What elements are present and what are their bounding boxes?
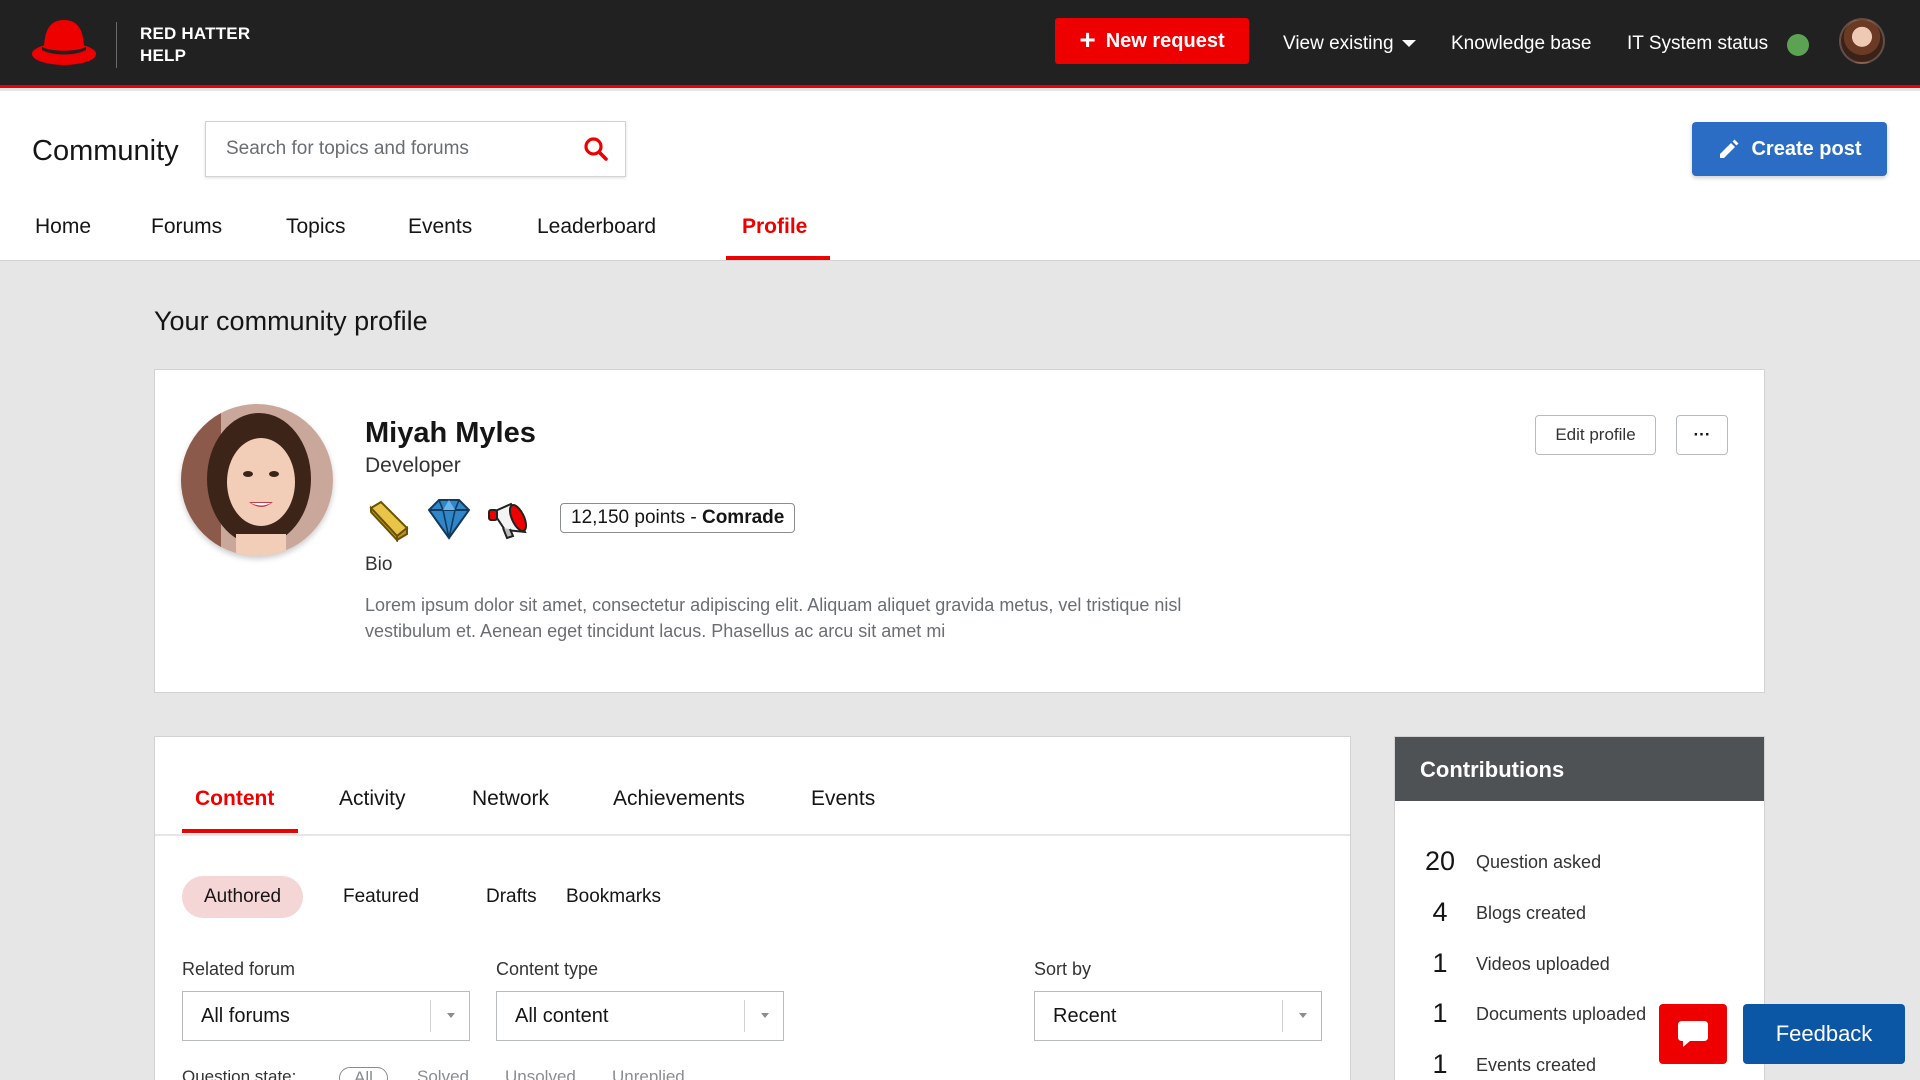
tab-network[interactable]: Network bbox=[472, 787, 549, 811]
content-type-label: Content type bbox=[496, 959, 599, 979]
tab-profile[interactable]: Profile bbox=[742, 215, 807, 239]
profile-name: Miyah Myles bbox=[365, 417, 536, 449]
tabs-divider bbox=[155, 834, 1350, 836]
view-existing-dropdown[interactable]: View existing bbox=[1283, 33, 1416, 55]
chat-button[interactable] bbox=[1659, 1004, 1727, 1064]
question-state-unreplied[interactable]: Unreplied bbox=[612, 1067, 685, 1080]
contribution-label: Blogs created bbox=[1476, 903, 1587, 923]
contribution-row: 1 Events created bbox=[1420, 1049, 1700, 1080]
sort-by-label: Sort by bbox=[1034, 959, 1092, 979]
more-options-button[interactable]: ··· bbox=[1676, 415, 1728, 455]
diamond-icon[interactable] bbox=[425, 494, 473, 542]
active-tab-indicator bbox=[726, 256, 830, 260]
chat-bubble-icon bbox=[1678, 1021, 1708, 1047]
contribution-count: 1 bbox=[1432, 948, 1448, 978]
contributions-title: Contributions bbox=[1395, 737, 1764, 801]
tab-content[interactable]: Content bbox=[195, 787, 274, 811]
related-forum-value: All forums bbox=[201, 1005, 290, 1027]
contribution-row: 4 Blogs created bbox=[1420, 897, 1700, 937]
search-box bbox=[205, 121, 626, 177]
contribution-row: 1 Documents uploaded bbox=[1420, 998, 1700, 1038]
brand-line-2: HELP bbox=[140, 46, 187, 65]
plus-icon: + bbox=[1079, 23, 1096, 55]
status-indicator-icon bbox=[1787, 34, 1809, 56]
pencil-icon bbox=[1720, 139, 1739, 158]
feedback-button[interactable]: Feedback bbox=[1743, 1004, 1905, 1064]
related-forum-select[interactable]: All forums bbox=[182, 991, 470, 1041]
search-input[interactable] bbox=[206, 122, 576, 176]
question-state-all[interactable]: All bbox=[339, 1067, 388, 1080]
bio-label: Bio bbox=[365, 554, 393, 575]
dropdown-arrow-icon bbox=[447, 1013, 455, 1018]
tab-activity[interactable]: Activity bbox=[339, 787, 406, 811]
contribution-count: 1 bbox=[1432, 998, 1448, 1028]
edit-profile-button[interactable]: Edit profile bbox=[1535, 415, 1656, 455]
profile-photo-icon bbox=[181, 404, 333, 556]
create-post-button[interactable]: Create post bbox=[1692, 122, 1887, 176]
search-icon[interactable] bbox=[583, 136, 609, 162]
megaphone-icon[interactable] bbox=[485, 494, 533, 542]
select-divider bbox=[430, 1000, 431, 1032]
tab-achievements[interactable]: Achievements bbox=[613, 787, 745, 811]
contribution-label: Documents uploaded bbox=[1476, 1004, 1647, 1024]
pill-authored[interactable]: Authored bbox=[182, 876, 304, 918]
points-value: 12,150 points bbox=[571, 507, 686, 528]
tab-topics[interactable]: Topics bbox=[286, 215, 346, 239]
contribution-count: 4 bbox=[1432, 897, 1448, 927]
question-state-solved[interactable]: Solved bbox=[417, 1067, 469, 1080]
page-title: Your community profile bbox=[154, 306, 428, 336]
caret-down-icon bbox=[1401, 40, 1416, 48]
select-divider bbox=[1282, 1000, 1283, 1032]
user-avatar[interactable] bbox=[1839, 18, 1885, 64]
tab-leaderboard[interactable]: Leaderboard bbox=[537, 215, 656, 239]
pill-featured[interactable]: Featured bbox=[321, 876, 441, 918]
brand-line-1: RED HATTER bbox=[140, 24, 251, 43]
knowledge-base-link[interactable]: Knowledge base bbox=[1451, 33, 1592, 55]
content-type-value: All content bbox=[515, 1005, 609, 1027]
sort-by-select[interactable]: Recent bbox=[1034, 991, 1322, 1041]
top-bar: RED HATTER HELP + New request View exist… bbox=[0, 0, 1920, 88]
community-title: Community bbox=[32, 135, 179, 167]
question-state-unsolved[interactable]: Unsolved bbox=[505, 1067, 576, 1080]
dropdown-arrow-icon bbox=[1299, 1013, 1307, 1018]
contribution-count: 20 bbox=[1424, 846, 1456, 876]
sort-by-value: Recent bbox=[1053, 1005, 1117, 1027]
view-existing-label: View existing bbox=[1283, 33, 1394, 54]
select-divider bbox=[744, 1000, 745, 1032]
related-forum-label: Related forum bbox=[182, 959, 296, 979]
contribution-label: Videos uploaded bbox=[1476, 954, 1610, 974]
brand-name[interactable]: RED HATTER HELP bbox=[140, 23, 250, 67]
community-header: Community Create post Home Forums Topics… bbox=[0, 91, 1920, 261]
pill-bookmarks[interactable]: Bookmarks bbox=[544, 876, 683, 918]
contribution-label: Question asked bbox=[1476, 852, 1602, 872]
contribution-row: 1 Videos uploaded bbox=[1420, 948, 1700, 988]
content-type-select[interactable]: All content bbox=[496, 991, 784, 1041]
tab-events-content[interactable]: Events bbox=[811, 787, 875, 811]
contribution-label: Events created bbox=[1476, 1055, 1597, 1075]
logo-divider bbox=[116, 22, 117, 68]
contribution-count: 1 bbox=[1432, 1049, 1448, 1079]
tab-forums[interactable]: Forums bbox=[151, 215, 222, 239]
red-hat-logo-icon[interactable] bbox=[30, 16, 98, 68]
new-request-button[interactable]: + New request bbox=[1055, 18, 1249, 64]
bio-text: Lorem ipsum dolor sit amet, consectetur … bbox=[365, 595, 1182, 641]
it-system-status-link[interactable]: IT System status bbox=[1627, 33, 1768, 55]
tab-events[interactable]: Events bbox=[408, 215, 472, 239]
active-content-tab-indicator bbox=[182, 829, 298, 833]
contribution-row: 20 Question asked bbox=[1420, 846, 1700, 886]
create-post-label: Create post bbox=[1751, 137, 1862, 160]
points-separator: - bbox=[685, 507, 702, 528]
tab-home[interactable]: Home bbox=[35, 215, 91, 239]
gold-bar-icon[interactable] bbox=[365, 494, 413, 542]
profile-avatar bbox=[181, 404, 333, 556]
dropdown-arrow-icon bbox=[761, 1013, 769, 1018]
points-badge: 12,150 points - Comrade bbox=[560, 503, 796, 533]
rank-label: Comrade bbox=[701, 507, 785, 528]
new-request-label: New request bbox=[1105, 29, 1225, 52]
question-state-label: Question state: bbox=[182, 1067, 297, 1080]
profile-card: Miyah Myles Developer 12,150 points - Co… bbox=[154, 369, 1765, 693]
profile-role: Developer bbox=[365, 454, 461, 477]
content-card: Content Activity Network Achievements Ev… bbox=[154, 736, 1351, 1080]
